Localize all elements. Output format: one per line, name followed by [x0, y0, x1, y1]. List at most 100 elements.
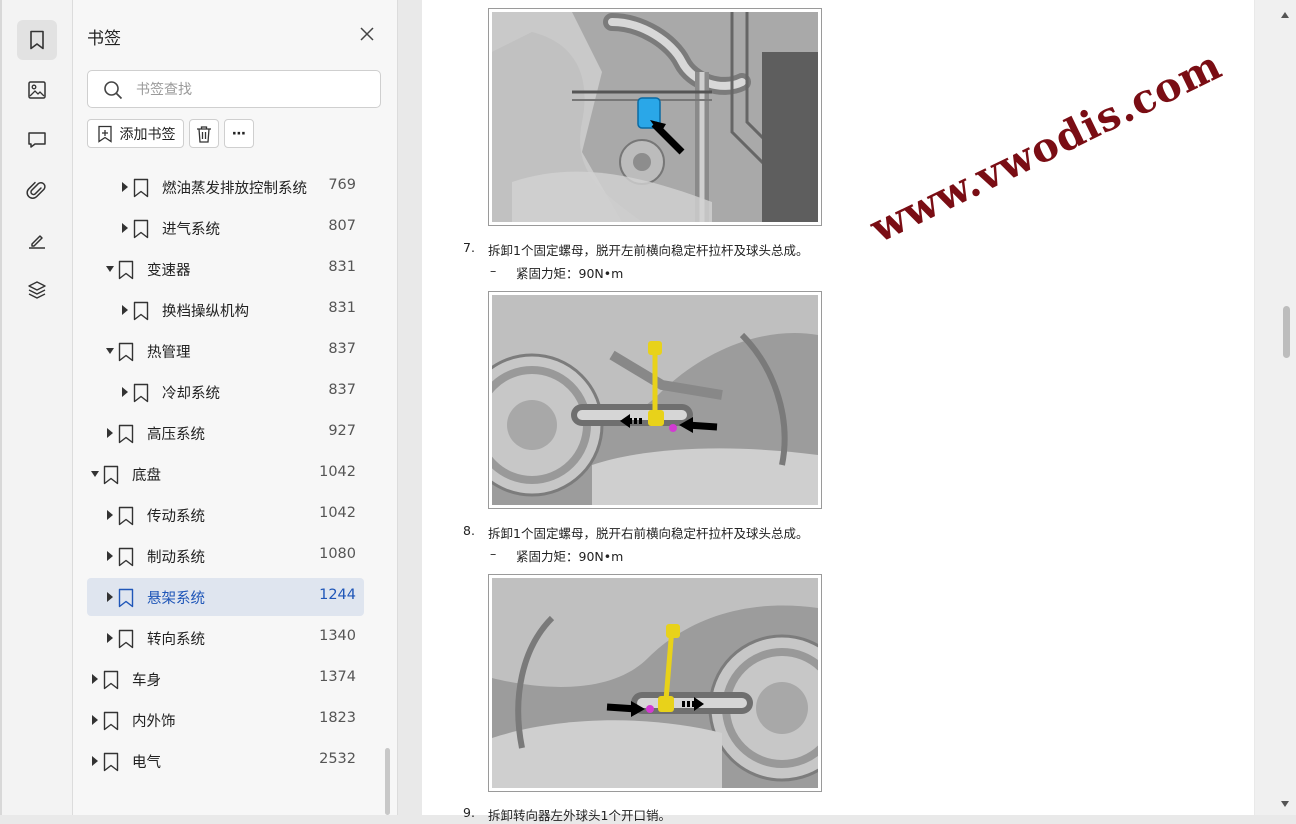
caret-right-icon[interactable] — [106, 551, 114, 561]
bookmark-search-input[interactable] — [134, 79, 368, 101]
bookmark-icon — [133, 383, 149, 403]
scrollbar-thumb[interactable] — [1283, 306, 1290, 358]
bookmark-item[interactable]: 换档操纵机构 831 — [87, 291, 364, 329]
bookmark-label: 内外饰 — [132, 714, 176, 730]
bookmark-page-number: 1374 — [319, 669, 356, 685]
bookmark-icon — [118, 547, 134, 567]
document-viewport: 7. 拆卸1个固定螺母，脱开左前横向稳定杆拉杆及球头总成。 – 紧固力矩：90N… — [398, 0, 1296, 823]
panel-title: 书签 — [87, 29, 121, 49]
bookmark-item[interactable]: 燃油蒸发排放控制系统 769 — [87, 168, 364, 206]
close-panel-button[interactable] — [357, 24, 377, 44]
bookmark-label: 热管理 — [147, 345, 191, 361]
caret-right-icon[interactable] — [91, 674, 99, 684]
layers-panel-button[interactable] — [17, 270, 57, 310]
bookmark-page-number: 1042 — [319, 505, 356, 521]
step-number: 9. — [463, 805, 475, 820]
bookmark-panel-button[interactable] — [17, 20, 57, 60]
torque-dash: – — [490, 546, 497, 561]
bookmark-icon — [118, 342, 134, 362]
bookmark-label: 底盘 — [132, 468, 161, 484]
scroll-down-icon[interactable] — [1281, 801, 1289, 807]
add-bookmark-label: 添加书签 — [119, 126, 176, 143]
bookmark-label: 制动系统 — [147, 550, 205, 566]
bookmark-page-number: 1823 — [319, 710, 356, 726]
bookmark-label: 变速器 — [147, 263, 191, 279]
bookmark-label: 燃油蒸发排放控制系统 — [162, 181, 307, 197]
step-text: 拆卸1个固定螺母，脱开右前横向稳定杆拉杆及球头总成。 — [488, 526, 809, 541]
document-scrollbar[interactable] — [1255, 0, 1296, 815]
scroll-up-icon[interactable] — [1281, 12, 1289, 18]
bookmark-icon — [118, 506, 134, 526]
bookmark-item[interactable]: 车身 1374 — [87, 660, 364, 698]
caret-right-icon[interactable] — [106, 592, 114, 602]
bookmark-icon — [133, 301, 149, 321]
bookmark-item[interactable]: 变速器 831 — [87, 250, 364, 288]
caret-down-icon[interactable] — [91, 469, 99, 479]
bookmark-label: 转向系统 — [147, 632, 205, 648]
caret-right-icon[interactable] — [91, 756, 99, 766]
bookmark-item[interactable]: 制动系统 1080 — [87, 537, 364, 575]
search-icon — [104, 81, 123, 100]
caret-right-icon[interactable] — [121, 305, 129, 315]
bookmark-item[interactable]: 电气 2532 — [87, 742, 364, 780]
bookmark-item[interactable]: 内外饰 1823 — [87, 701, 364, 739]
bookmark-label: 传动系统 — [147, 509, 205, 525]
attachment-icon — [26, 181, 46, 199]
bookmark-icon — [133, 219, 149, 239]
caret-right-icon[interactable] — [106, 428, 114, 438]
bookmark-page-number: 831 — [328, 259, 356, 275]
bookmark-page-number: 1340 — [319, 628, 356, 644]
bookmark-page-number: 831 — [328, 300, 356, 316]
delete-bookmark-button[interactable] — [189, 119, 219, 148]
add-bookmark-button[interactable]: 添加书签 — [87, 119, 184, 148]
bookmark-item[interactable]: 冷却系统 837 — [87, 373, 364, 411]
bookmark-page-number: 1244 — [319, 587, 356, 603]
bookmark-label: 冷却系统 — [162, 386, 220, 402]
comment-panel-button[interactable] — [17, 120, 57, 160]
layers-icon — [28, 281, 46, 299]
figure-image — [492, 295, 818, 505]
caret-right-icon[interactable] — [106, 633, 114, 643]
bookmark-item[interactable]: 进气系统 807 — [87, 209, 364, 247]
comment-icon — [28, 132, 46, 148]
bookmark-icon — [118, 588, 134, 608]
caret-down-icon[interactable] — [106, 264, 114, 274]
close-icon — [360, 27, 374, 41]
step-text: 拆卸1个固定螺母，脱开左前横向稳定杆拉杆及球头总成。 — [488, 243, 809, 258]
panel-scrollbar-thumb[interactable] — [385, 748, 390, 815]
thumbnail-panel-button[interactable] — [17, 70, 57, 110]
bookmark-item[interactable]: 热管理 837 — [87, 332, 364, 370]
bookmark-label: 进气系统 — [162, 222, 220, 238]
bookmark-icon — [118, 424, 134, 444]
bookmark-label: 高压系统 — [147, 427, 205, 443]
caret-right-icon[interactable] — [106, 510, 114, 520]
bookmark-icon — [118, 629, 134, 649]
torque-dash: – — [490, 263, 497, 278]
signature-panel-button[interactable] — [17, 220, 57, 260]
bookmark-item[interactable]: 悬架系统 1244 — [87, 578, 364, 616]
figure-step6 — [488, 8, 822, 226]
step-number: 8. — [463, 523, 475, 538]
bookmark-page-number: 1080 — [319, 546, 356, 562]
caret-right-icon[interactable] — [121, 387, 129, 397]
bookmark-page-number: 807 — [328, 218, 356, 234]
bookmark-item[interactable]: 转向系统 1340 — [87, 619, 364, 657]
attachment-panel-button[interactable] — [17, 170, 57, 210]
bookmark-item[interactable]: 传动系统 1042 — [87, 496, 364, 534]
more-options-button[interactable]: ⋯ — [224, 119, 254, 148]
bookmark-page-number: 837 — [328, 382, 356, 398]
image-icon — [28, 81, 46, 99]
left-toolbar — [0, 0, 73, 815]
figure-step7 — [488, 291, 822, 509]
bookmark-item[interactable]: 高压系统 927 — [87, 414, 364, 452]
torque-text: 紧固力矩：90N•m — [516, 266, 624, 281]
bookmark-item[interactable]: 底盘 1042 — [87, 455, 364, 493]
figure-step8 — [488, 574, 822, 792]
caret-down-icon[interactable] — [106, 346, 114, 356]
caret-right-icon[interactable] — [121, 223, 129, 233]
bookmark-icon — [133, 178, 149, 198]
figure-image — [492, 578, 818, 788]
caret-right-icon[interactable] — [121, 182, 129, 192]
caret-right-icon[interactable] — [91, 715, 99, 725]
bookmark-icon — [103, 670, 119, 690]
